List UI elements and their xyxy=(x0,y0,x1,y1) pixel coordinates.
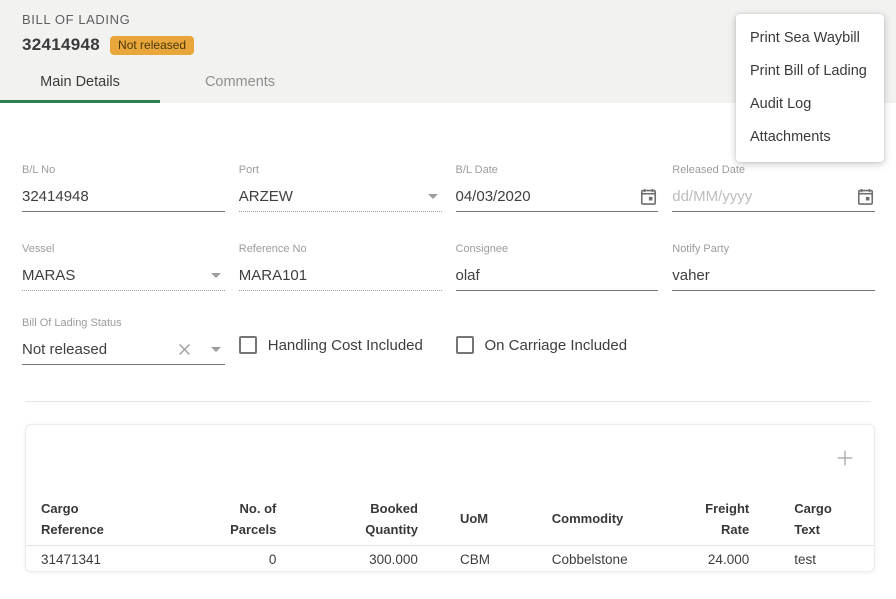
bill-of-lading-page: BILL OF LADING 32414948 Not released Mai… xyxy=(0,0,896,599)
bl-no-input[interactable]: 32414948 xyxy=(22,182,225,212)
bl-no-label: B/L No xyxy=(22,164,225,178)
cell-booked-quantity: 300.000 xyxy=(276,552,418,567)
cell-cargo-reference: 31471341 xyxy=(26,552,216,567)
reference-no-label: Reference No xyxy=(239,243,442,257)
menu-item-print-sea-waybill[interactable]: Print Sea Waybill xyxy=(736,22,884,55)
table-row[interactable]: 31471341 0 300.000 CBM Cobbelstone 24.00… xyxy=(26,545,874,572)
released-date-label: Released Date xyxy=(672,164,875,178)
chevron-down-icon xyxy=(211,347,221,352)
calendar-icon[interactable] xyxy=(855,187,875,207)
reference-no-value: MARA101 xyxy=(239,267,442,284)
tab-comments[interactable]: Comments xyxy=(160,63,320,103)
consignee-value: olaf xyxy=(456,267,659,284)
column-header-no-of-parcels: No. ofParcels xyxy=(216,492,277,545)
vessel-label: Vessel xyxy=(22,243,225,257)
menu-item-attachments[interactable]: Attachments xyxy=(736,121,884,154)
released-date-placeholder: dd/MM/yyyy xyxy=(672,188,855,205)
reference-no-input[interactable]: MARA101 xyxy=(239,261,442,291)
bl-status-select[interactable]: Not released xyxy=(22,335,225,365)
field-port: Port ARZEW xyxy=(239,164,442,212)
main-details-panel: B/L No 32414948 Port ARZEW B/L Date 04/0… xyxy=(0,164,896,572)
on-carriage-label: On Carriage Included xyxy=(485,337,628,354)
cell-freight-rate: 24.000 xyxy=(679,552,749,567)
released-date-input[interactable]: dd/MM/yyyy xyxy=(672,182,875,212)
bl-no-value: 32414948 xyxy=(22,188,225,205)
menu-item-print-bill-of-lading[interactable]: Print Bill of Lading xyxy=(736,55,884,88)
checkbox-icon[interactable] xyxy=(239,336,257,354)
column-header-booked-quantity: BookedQuantity xyxy=(276,492,418,545)
column-header-cargo-reference: CargoReference xyxy=(26,492,216,545)
section-divider xyxy=(25,401,871,402)
cell-uom: CBM xyxy=(418,552,530,567)
cargo-card-toolbar xyxy=(26,425,874,492)
bl-date-value: 04/03/2020 xyxy=(456,188,639,205)
handling-cost-label: Handling Cost Included xyxy=(268,337,423,354)
port-select[interactable]: ARZEW xyxy=(239,182,442,212)
field-bl-date: B/L Date 04/03/2020 xyxy=(456,164,659,212)
bl-date-label: B/L Date xyxy=(456,164,659,178)
field-released-date: Released Date dd/MM/yyyy xyxy=(672,164,875,212)
field-vessel: Vessel MARAS xyxy=(22,243,225,291)
column-header-uom: UoM xyxy=(418,492,530,545)
bl-date-input[interactable]: 04/03/2020 xyxy=(456,182,659,212)
document-number: 32414948 xyxy=(22,35,100,55)
notify-party-input[interactable]: vaher xyxy=(672,261,875,291)
add-cargo-line-button[interactable] xyxy=(834,447,856,469)
vessel-select[interactable]: MARAS xyxy=(22,261,225,291)
field-consignee: Consignee olaf xyxy=(456,243,659,291)
chevron-down-icon xyxy=(428,194,438,199)
field-bl-status: Bill Of Lading Status Not released xyxy=(22,317,225,365)
cell-cargo-text: test xyxy=(749,552,874,567)
checkbox-icon[interactable] xyxy=(456,336,474,354)
tab-bar: Main Details Comments xyxy=(0,63,320,103)
tab-main-details[interactable]: Main Details xyxy=(0,63,160,103)
notify-party-label: Notify Party xyxy=(672,243,875,257)
status-badge: Not released xyxy=(110,36,194,55)
calendar-icon[interactable] xyxy=(638,187,658,207)
consignee-input[interactable]: olaf xyxy=(456,261,659,291)
port-value: ARZEW xyxy=(239,188,422,205)
notify-party-value: vaher xyxy=(672,267,875,284)
vessel-value: MARAS xyxy=(22,267,205,284)
chevron-down-icon xyxy=(211,273,221,278)
cell-no-of-parcels: 0 xyxy=(216,552,277,567)
bl-status-label: Bill Of Lading Status xyxy=(22,317,225,331)
handling-cost-checkbox[interactable]: Handling Cost Included xyxy=(239,317,442,365)
consignee-label: Consignee xyxy=(456,243,659,257)
field-bl-no: B/L No 32414948 xyxy=(22,164,225,212)
column-header-freight-rate: FreightRate xyxy=(679,492,749,545)
field-notify-party: Notify Party vaher xyxy=(672,243,875,291)
menu-item-audit-log[interactable]: Audit Log xyxy=(736,88,884,121)
field-reference-no: Reference No MARA101 xyxy=(239,243,442,291)
on-carriage-checkbox[interactable]: On Carriage Included xyxy=(456,317,659,365)
cargo-lines-card: CargoReference No. ofParcels BookedQuant… xyxy=(25,424,875,572)
cargo-table-header: CargoReference No. ofParcels BookedQuant… xyxy=(26,492,874,545)
port-label: Port xyxy=(239,164,442,178)
bl-status-value: Not released xyxy=(22,341,175,358)
column-header-commodity: Commodity xyxy=(530,492,680,545)
clear-icon[interactable] xyxy=(175,340,195,360)
column-header-cargo-text: CargoText xyxy=(749,492,874,545)
context-menu: Print Sea Waybill Print Bill of Lading A… xyxy=(736,14,884,162)
cell-commodity: Cobbelstone xyxy=(530,552,680,567)
